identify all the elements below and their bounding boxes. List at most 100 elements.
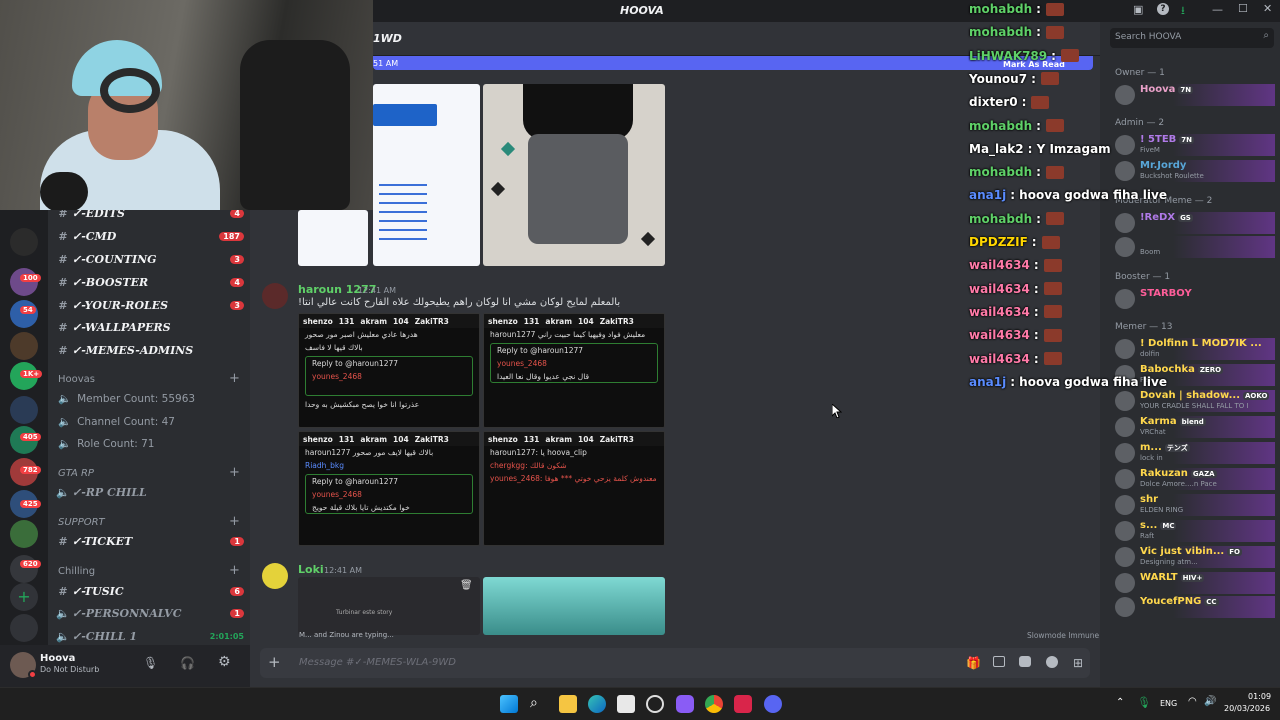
message-embed-story[interactable]: Turbinar este story 🗑 (298, 577, 480, 635)
windows-start-icon[interactable] (500, 695, 518, 713)
attached-screenshot-1[interactable]: shenzo 131 akram 104 ZakiTR3 هدرها عادي معلي… (298, 313, 480, 428)
loki-avatar[interactable] (262, 563, 288, 589)
add-channel-hoovas[interactable]: + (229, 371, 240, 386)
server-icon[interactable] (10, 300, 38, 328)
channel-tusic[interactable]: # ✓-TUSIC 6 (54, 581, 244, 601)
emote-icon (1045, 165, 1064, 179)
channel-item[interactable]: # ✓-MEMES-ADMINS (54, 340, 244, 360)
hash-icon: # (58, 275, 68, 289)
discord-icon[interactable] (764, 695, 782, 713)
edge-icon[interactable] (588, 695, 606, 713)
add-server-icon[interactable]: + (10, 583, 38, 611)
inbox-icon[interactable]: ▣ (1133, 3, 1143, 16)
media-player-icon[interactable] (734, 695, 752, 713)
member-item[interactable]: !ReDX GS (1113, 212, 1275, 234)
chrome-icon[interactable] (705, 695, 723, 713)
download-icon[interactable]: ⭳ (1181, 2, 1185, 21)
tray-mic-icon[interactable]: 🎙 (1137, 696, 1151, 709)
member-item[interactable]: shr ELDEN RING (1113, 494, 1275, 516)
dnd-status-dot (28, 670, 37, 679)
category-gtarp[interactable]: GTA RP (58, 468, 94, 479)
server-icon[interactable] (10, 228, 38, 256)
message-image-sea[interactable] (483, 577, 665, 635)
clock-time[interactable]: 01:09 (1248, 692, 1271, 701)
member-item[interactable]: WARLT HIV+ (1113, 572, 1275, 594)
member-item[interactable]: Mr.Jordy Buckshot Roulette (1113, 160, 1275, 182)
gift-icon[interactable]: 🎁 (966, 656, 981, 670)
file-explorer-icon[interactable] (559, 695, 577, 713)
attached-screenshot-4[interactable]: shenzo 131 akram 104 ZakiTR3 haroun1277: يا … (483, 431, 665, 546)
message-input[interactable]: Message #✓-MEMES-WLA-9WD (299, 657, 456, 668)
member-item[interactable]: s... MC Raft (1113, 520, 1275, 542)
message-image-document[interactable] (373, 84, 480, 266)
channel-item[interactable]: # ✓-BOOSTER 4 (54, 272, 244, 292)
channel-item[interactable]: # ✓-WALLPAPERS (54, 317, 244, 337)
attach-plus-icon[interactable]: + (268, 653, 281, 671)
member-item[interactable]: YoucefPNG CC (1113, 596, 1275, 618)
add-channel-chilling[interactable]: + (229, 563, 240, 578)
member-item[interactable]: Dovah | shadow... AOKO YOUR CRADLE SHALL F… (1113, 390, 1275, 412)
live-chat-line: wail4634: (969, 328, 1062, 342)
emote-icon (1045, 2, 1064, 16)
headphones-icon[interactable]: 🎧 (180, 656, 195, 670)
member-item[interactable]: Rakuzan GAZA Dolce Amore....n Pace (1113, 468, 1275, 490)
emoji-icon[interactable] (1046, 656, 1058, 668)
member-item[interactable]: m... テンズ lock in (1113, 442, 1275, 464)
category-hoovas[interactable]: Hoovas (58, 374, 95, 385)
gif-icon[interactable] (993, 656, 1005, 667)
store-icon[interactable] (617, 695, 635, 713)
discover-icon[interactable] (10, 614, 38, 642)
member-item[interactable]: Hoova 7N (1113, 84, 1275, 106)
live-chat-line: LiHWAK789: (969, 49, 1079, 63)
live-chat-line: ana1j: hoova godwa fiha live (969, 374, 1167, 389)
member-item[interactable]: STARBOY (1113, 288, 1275, 310)
category-support[interactable]: SUPPORT (58, 517, 105, 528)
settings-gear-icon[interactable]: ⚙ (218, 654, 231, 670)
attached-screenshot-3[interactable]: shenzo 131 akram 104 ZakiTR3 haroun1277 بالا… (298, 431, 480, 546)
member-item[interactable]: ! 5TEB 7N FiveM (1113, 134, 1275, 156)
search-input[interactable]: Search HOOVA ⌕ (1110, 28, 1274, 48)
app-purple-icon[interactable] (676, 695, 694, 713)
minimize-button[interactable]: — (1212, 3, 1223, 16)
member-item[interactable]: ! Dolfinn L MOD7IK ... dolfin (1113, 338, 1275, 360)
channel-item[interactable]: # ✓-YOUR-ROLES 3 (54, 295, 244, 315)
clock-date[interactable]: 20/03/2026 (1224, 704, 1270, 713)
app-icon[interactable] (646, 695, 664, 713)
server-icon[interactable] (10, 332, 38, 360)
message-image-pants[interactable] (483, 84, 665, 266)
maximize-button[interactable]: ☐ (1238, 2, 1248, 15)
add-channel-support[interactable]: + (229, 514, 240, 529)
window-title: HOOVA (620, 4, 664, 17)
apps-icon[interactable]: ⊞ (1073, 656, 1083, 670)
server-icon[interactable] (10, 396, 38, 424)
member-item[interactable]: Karma blend VRChat (1113, 416, 1275, 438)
channel-item[interactable]: # ✓-CMD 187 (54, 226, 244, 246)
help-icon[interactable]: ? (1157, 3, 1169, 15)
attached-screenshot-2[interactable]: shenzo 131 akram 104 ZakiTR3 haroun1277 معلي… (483, 313, 665, 428)
wifi-icon[interactable]: ◠ (1188, 696, 1197, 707)
member-item[interactable]: Vic just vibin... FO Designing atm... (1113, 546, 1275, 568)
trash-icon[interactable]: 🗑 (460, 580, 473, 591)
member-item[interactable]: Boom (1113, 236, 1275, 258)
sticker-icon[interactable] (1019, 656, 1031, 667)
server-icon[interactable] (10, 520, 38, 548)
server-badge: 620 (20, 560, 41, 568)
message-author[interactable]: Loki (298, 563, 324, 576)
add-channel-gtarp[interactable]: + (229, 465, 240, 480)
close-button[interactable]: ✕ (1263, 2, 1272, 15)
volume-icon[interactable]: 🔊 (1204, 696, 1216, 707)
haroun-avatar[interactable] (262, 283, 288, 309)
message-image-left-edge[interactable] (298, 210, 368, 266)
server-icon[interactable] (10, 268, 38, 296)
channel-chill-1[interactable]: 🔈 ✓-CHILL 1 2:01:05 (54, 626, 244, 646)
microphone-icon[interactable]: 🎙 (143, 656, 158, 670)
channel-rp-chill[interactable]: 🔈 ✓-RP CHILL (54, 482, 244, 502)
keyboard-language[interactable]: ENG (1160, 699, 1177, 708)
category-chilling[interactable]: Chilling (58, 566, 95, 577)
channel-personnalvc[interactable]: 🔈 ✓-PERSONNALVC 1 (54, 603, 244, 623)
tray-chevron-icon[interactable]: ⌃ (1116, 697, 1124, 708)
screenshot-reply-box: Reply to @haroun1277 younes_2468 (305, 356, 473, 396)
taskbar-search-icon[interactable]: ⌕ (530, 695, 538, 711)
channel-item[interactable]: # ✓-COUNTING 3 (54, 249, 244, 269)
channel-ticket[interactable]: # ✓-TICKET 1 (54, 531, 244, 551)
